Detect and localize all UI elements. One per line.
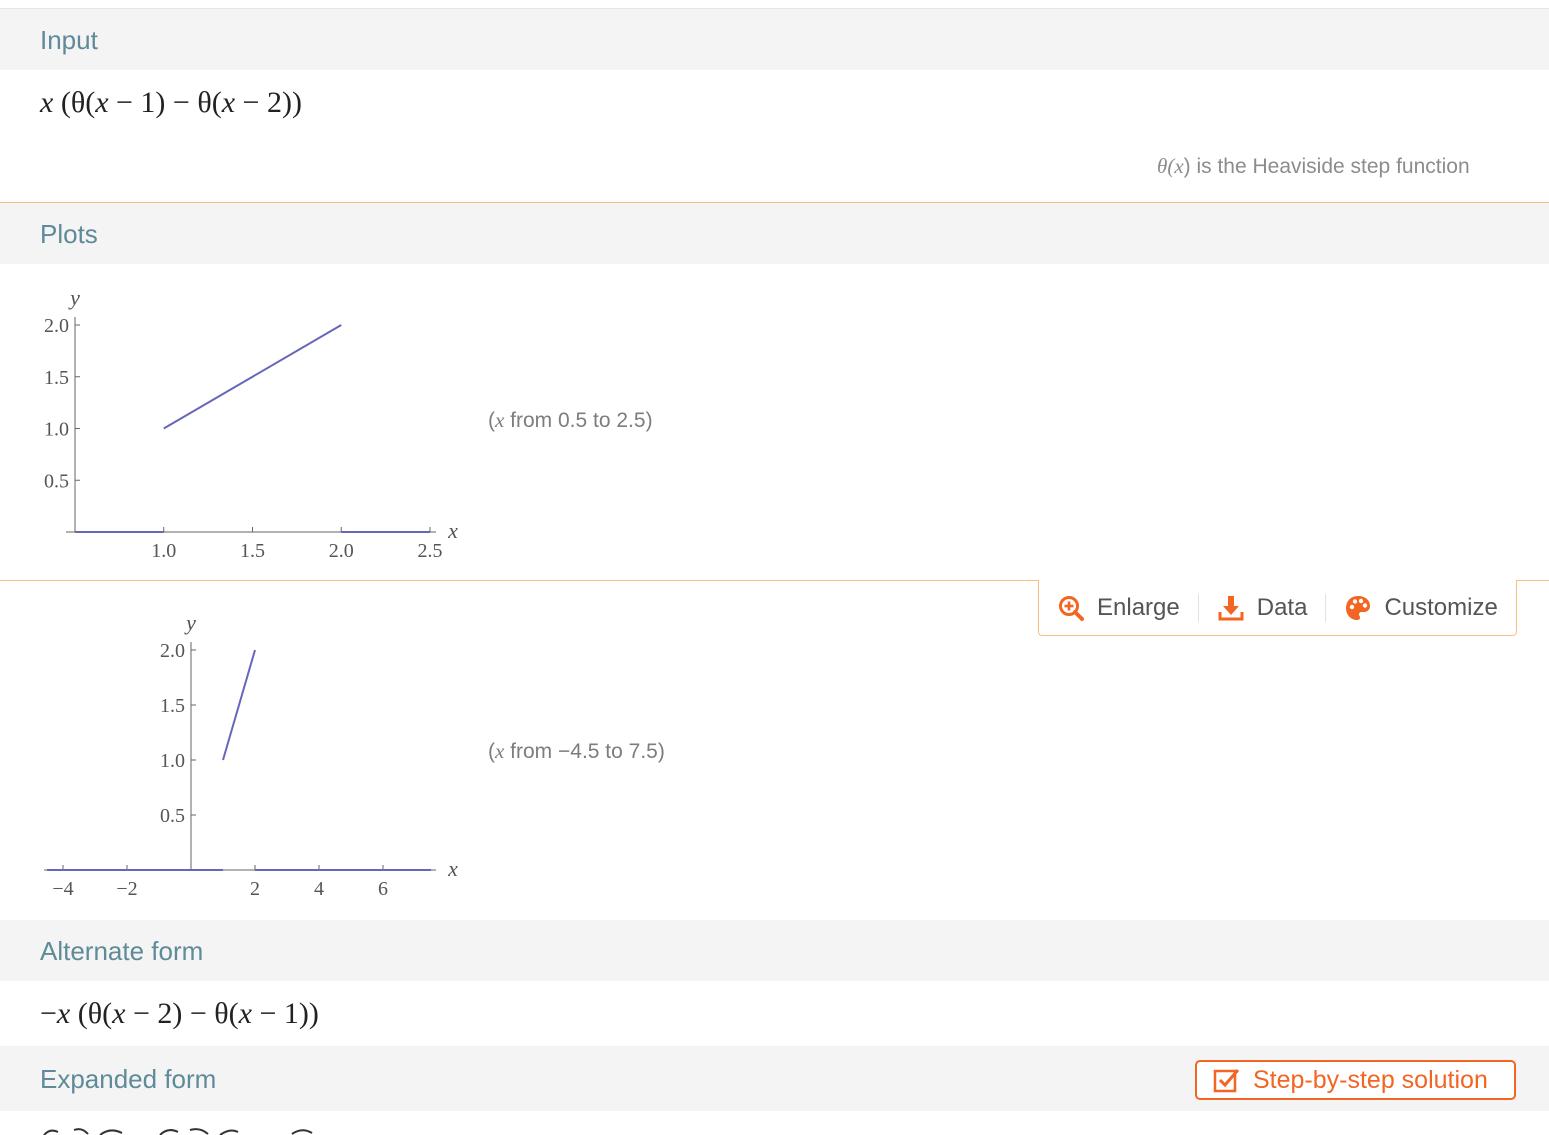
plot-divider xyxy=(0,580,1039,581)
y-axis-label: y xyxy=(68,285,80,310)
download-icon xyxy=(1218,595,1244,620)
checkbox-icon xyxy=(1213,1069,1240,1093)
x-tick-label: 4 xyxy=(314,878,324,900)
x-tick-label: 1.0 xyxy=(151,540,176,562)
y-tick-label: 2.0 xyxy=(44,315,69,337)
input-pod-title: Input xyxy=(40,25,98,55)
y-tick-label: 2.0 xyxy=(160,640,185,662)
palette-icon xyxy=(1346,595,1371,620)
plots-pod-header: Plots xyxy=(0,203,1549,264)
x-tick-label: −2 xyxy=(116,878,137,900)
alternate-expression: −x (θ(x − 2) − θ(x − 1)) xyxy=(40,997,319,1030)
x-axis-label: x xyxy=(447,856,458,881)
expanded-expression-cutoff xyxy=(43,1128,313,1135)
y-tick-label: 0.5 xyxy=(44,470,69,492)
plot-2[interactable]: −4 −2 2 4 6 0.5 1.0 1.5 2.0 x y xyxy=(0,590,480,915)
alternate-pod-title: Alternate form xyxy=(40,936,204,966)
alternate-pod-body: −x (θ(x − 2) − θ(x − 1)) xyxy=(0,981,1549,1046)
toolbar-separator xyxy=(1197,593,1199,622)
x-tick-label: −4 xyxy=(52,878,73,900)
plots-pod-title: Plots xyxy=(40,219,98,249)
plot-1[interactable]: 1.0 1.5 2.0 2.5 0.5 1.0 1.5 2.0 x y xyxy=(0,264,480,579)
data-button[interactable]: Data xyxy=(1217,594,1307,622)
plot-divider-right xyxy=(1516,580,1549,581)
input-pod-header: Input xyxy=(0,9,1549,70)
alternate-pod-header: Alternate form xyxy=(0,920,1549,981)
top-border xyxy=(0,0,1549,9)
x-tick-label: 2.5 xyxy=(418,540,443,562)
series-segment xyxy=(222,649,256,761)
y-tick-label: 0.5 xyxy=(160,805,185,827)
y-axis-label: y xyxy=(184,610,196,635)
x-tick-label: 1.5 xyxy=(240,540,265,562)
y-tick-label: 1.0 xyxy=(160,750,185,772)
zoom-in-icon xyxy=(1059,595,1084,621)
y-tick-label: 1.0 xyxy=(44,419,69,441)
plot-1-range: (x from 0.5 to 2.5) xyxy=(488,408,653,432)
enlarge-button[interactable]: Enlarge xyxy=(1057,594,1180,622)
plot-2-range: (x from −4.5 to 7.5) xyxy=(488,739,665,763)
step-by-step-button[interactable]: Step-by-step solution xyxy=(1195,1060,1516,1100)
x-tick-label: 2.0 xyxy=(329,540,354,562)
y-tick-label: 1.5 xyxy=(44,367,69,389)
input-pod-body: x (θ(x − 1) − θ(x − 2)) θ(x) is the Heav… xyxy=(0,70,1549,202)
expanded-pod-title: Expanded form xyxy=(40,1064,217,1094)
y-tick-label: 1.5 xyxy=(160,695,185,717)
input-expression: x (θ(x − 1) − θ(x − 2)) xyxy=(40,86,302,119)
series-segment xyxy=(163,324,342,430)
customize-button[interactable]: Customize xyxy=(1344,594,1498,622)
plot-toolbar: Enlarge Data Customize xyxy=(1038,580,1517,636)
x-tick-label: 6 xyxy=(378,878,388,900)
heaviside-note: θ(x) is the Heaviside step function xyxy=(1157,154,1470,178)
x-axis-label: x xyxy=(447,518,458,543)
toolbar-separator xyxy=(1325,593,1327,622)
x-tick-label: 2 xyxy=(250,878,260,900)
